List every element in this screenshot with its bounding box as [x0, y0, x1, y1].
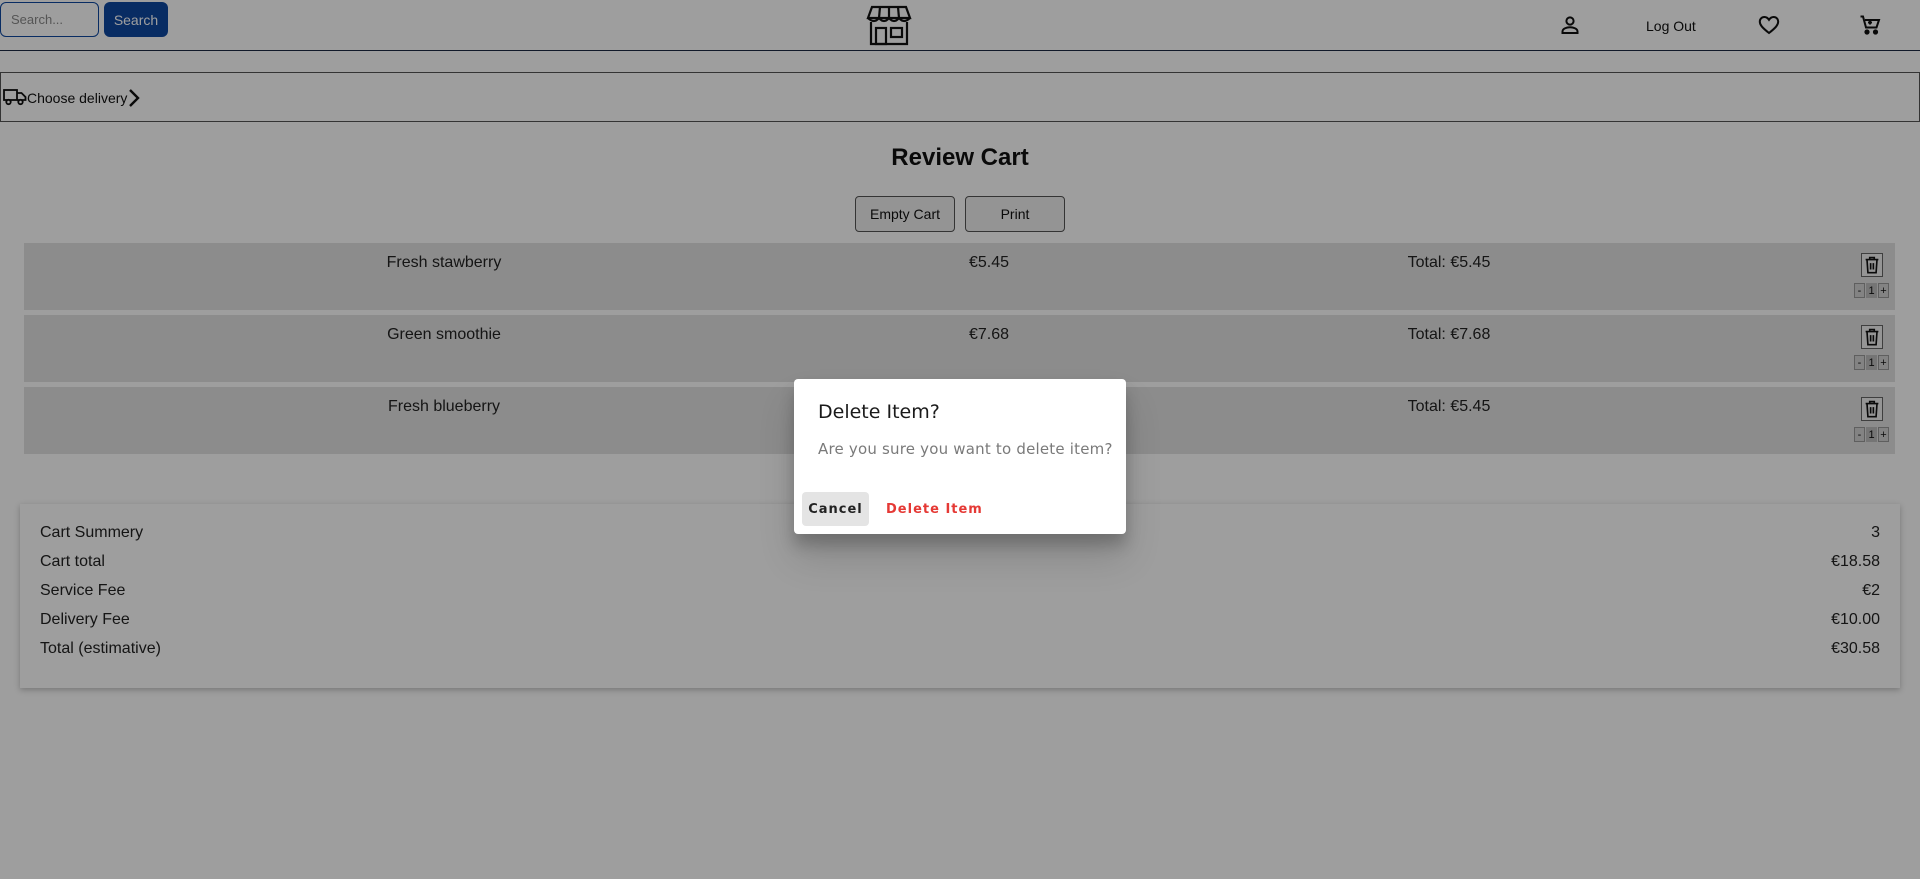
delete-item-dialog: Delete Item? Are you sure you want to de… [794, 379, 1126, 534]
dialog-message: Are you sure you want to delete item? [818, 440, 1113, 458]
cancel-button[interactable]: Cancel [802, 492, 869, 526]
dialog-title: Delete Item? [818, 401, 940, 423]
delete-item-button[interactable]: Delete Item [878, 492, 991, 526]
